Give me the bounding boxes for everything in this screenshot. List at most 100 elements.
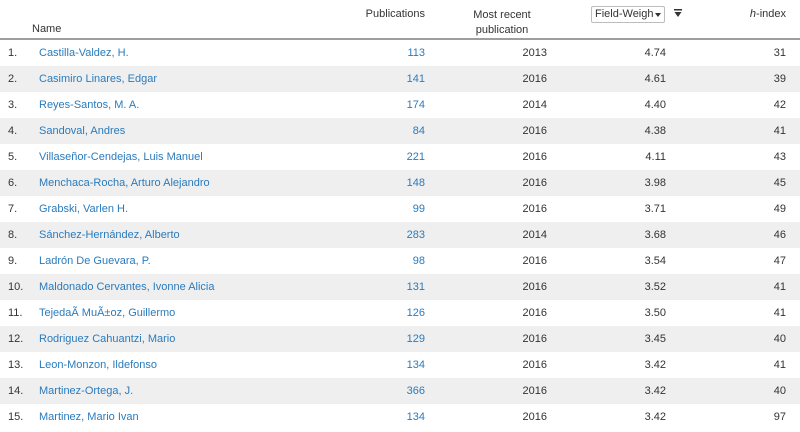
fwci-value: 3.50 bbox=[644, 307, 666, 319]
row-index: 5. bbox=[8, 151, 18, 163]
author-name-link[interactable]: Leon-Monzon, Ildefonso bbox=[39, 352, 157, 378]
author-name-link[interactable]: Casimiro Linares, Edgar bbox=[39, 66, 157, 92]
row-index: 3. bbox=[8, 99, 18, 111]
row-index: 10. bbox=[8, 281, 24, 293]
column-header-name[interactable]: Name bbox=[32, 23, 61, 35]
h-index-suffix: -index bbox=[756, 8, 786, 20]
most-recent-year: 2014 bbox=[522, 99, 547, 111]
publications-count-link[interactable]: 126 bbox=[407, 300, 425, 326]
row-index: 15. bbox=[8, 411, 24, 423]
author-name-link[interactable]: Reyes-Santos, M. A. bbox=[39, 92, 139, 118]
publications-count-link[interactable]: 174 bbox=[407, 92, 425, 118]
h-index-value: 42 bbox=[773, 99, 786, 111]
table-row: 11. TejedaÃ MuÃ±oz, Guillermo 126 2016 3.50 4… bbox=[0, 300, 800, 326]
author-name-link[interactable]: Grabski, Varlen H. bbox=[39, 196, 128, 222]
h-index-value: 47 bbox=[773, 255, 786, 267]
table-row: 7. Grabski, Varlen H. 99 2016 3.71 49 bbox=[0, 196, 800, 222]
most-recent-year: 2016 bbox=[522, 333, 547, 345]
row-index: 14. bbox=[8, 385, 24, 397]
column-header-most-recent[interactable]: Most recent publication bbox=[457, 8, 547, 38]
author-name-link[interactable]: Ladrón De Guevara, P. bbox=[39, 248, 151, 274]
row-index: 4. bbox=[8, 125, 18, 137]
sort-descending-icon[interactable] bbox=[674, 9, 682, 19]
most-recent-year: 2016 bbox=[522, 307, 547, 319]
metric-select-value: Field-Weighted Citation Impact bbox=[595, 8, 653, 20]
row-index: 7. bbox=[8, 203, 18, 215]
most-recent-year: 2016 bbox=[522, 73, 547, 85]
publications-count-link[interactable]: 283 bbox=[407, 222, 425, 248]
column-header-publications[interactable]: Publications bbox=[366, 8, 425, 20]
publications-count-link[interactable]: 113 bbox=[407, 40, 425, 66]
fwci-value: 3.42 bbox=[644, 359, 666, 371]
publications-count-link[interactable]: 366 bbox=[407, 378, 425, 404]
most-recent-year: 2016 bbox=[522, 411, 547, 423]
most-recent-year: 2013 bbox=[522, 47, 547, 59]
table-row: 3. Reyes-Santos, M. A. 174 2014 4.40 42 bbox=[0, 92, 800, 118]
table-header: Name Publications Most recent publicatio… bbox=[0, 0, 800, 40]
publications-count-link[interactable]: 84 bbox=[413, 118, 425, 144]
row-index: 13. bbox=[8, 359, 24, 371]
most-recent-line2: publication bbox=[475, 24, 529, 36]
most-recent-year: 2014 bbox=[522, 229, 547, 241]
row-index: 11. bbox=[8, 307, 23, 319]
publications-count-link[interactable]: 134 bbox=[407, 404, 425, 430]
row-index: 8. bbox=[8, 229, 18, 241]
fwci-value: 3.45 bbox=[644, 333, 666, 345]
fwci-value: 3.68 bbox=[644, 229, 666, 241]
publications-count-link[interactable]: 134 bbox=[407, 352, 425, 378]
most-recent-year: 2016 bbox=[522, 203, 547, 215]
most-recent-year: 2016 bbox=[522, 281, 547, 293]
row-index: 2. bbox=[8, 73, 18, 85]
table-row: 15. Martinez, Mario Ivan 134 2016 3.42 97 bbox=[0, 404, 800, 430]
table-row: 10. Maldonado Cervantes, Ivonne Alicia 131… bbox=[0, 274, 800, 300]
h-index-value: 45 bbox=[773, 177, 786, 189]
most-recent-year: 2016 bbox=[522, 151, 547, 163]
fwci-value: 4.11 bbox=[645, 151, 666, 163]
table-row: 1. Castilla-Valdez, H. 113 2013 4.74 31 bbox=[0, 40, 800, 66]
h-index-value: 41 bbox=[773, 307, 786, 319]
fwci-value: 3.71 bbox=[644, 203, 666, 215]
author-name-link[interactable]: Villaseñor-Cendejas, Luis Manuel bbox=[39, 144, 203, 170]
publications-count-link[interactable]: 98 bbox=[413, 248, 425, 274]
table-row: 13. Leon-Monzon, Ildefonso 134 2016 3.42 41 bbox=[0, 352, 800, 378]
row-index: 1. bbox=[8, 47, 18, 59]
h-index-value: 97 bbox=[773, 411, 786, 423]
most-recent-year: 2016 bbox=[522, 125, 547, 137]
author-name-link[interactable]: Maldonado Cervantes, Ivonne Alicia bbox=[39, 274, 215, 300]
h-index-value: 39 bbox=[773, 73, 786, 85]
publications-count-link[interactable]: 99 bbox=[413, 196, 425, 222]
h-index-value: 49 bbox=[773, 203, 786, 215]
table-row: 8. Sánchez-Hernández, Alberto 283 2014 3.68 4… bbox=[0, 222, 800, 248]
fwci-value: 3.42 bbox=[644, 411, 666, 423]
metric-select[interactable]: Field-Weighted Citation Impact bbox=[591, 6, 665, 23]
author-name-link[interactable]: Sandoval, Andres bbox=[39, 118, 125, 144]
author-name-link[interactable]: Sánchez-Hernández, Alberto bbox=[39, 222, 180, 248]
column-header-h-index[interactable]: h-index bbox=[750, 8, 786, 20]
most-recent-year: 2016 bbox=[522, 177, 547, 189]
h-index-value: 40 bbox=[773, 333, 786, 345]
author-name-link[interactable]: TejedaÃ MuÃ±oz, Guillermo bbox=[39, 300, 175, 326]
fwci-value: 3.54 bbox=[644, 255, 666, 267]
publications-count-link[interactable]: 221 bbox=[407, 144, 425, 170]
h-index-value: 31 bbox=[773, 47, 786, 59]
table-row: 5. Villaseñor-Cendejas, Luis Manuel 221 201… bbox=[0, 144, 800, 170]
publications-count-link[interactable]: 141 bbox=[407, 66, 425, 92]
table-row: 6. Menchaca-Rocha, Arturo Alejandro 148 201… bbox=[0, 170, 800, 196]
author-name-link[interactable]: Rodriguez Cahuantzi, Mario bbox=[39, 326, 175, 352]
author-name-link[interactable]: Castilla-Valdez, H. bbox=[39, 40, 129, 66]
h-index-value: 41 bbox=[773, 359, 786, 371]
author-name-link[interactable]: Martinez-Ortega, J. bbox=[39, 378, 133, 404]
chevron-down-icon bbox=[655, 13, 661, 17]
publications-count-link[interactable]: 131 bbox=[407, 274, 425, 300]
most-recent-year: 2016 bbox=[522, 359, 547, 371]
h-index-value: 41 bbox=[773, 125, 786, 137]
publications-count-link[interactable]: 129 bbox=[407, 326, 425, 352]
publications-count-link[interactable]: 148 bbox=[407, 170, 425, 196]
author-table: 1. Castilla-Valdez, H. 113 2013 4.74 31 2. Casi… bbox=[0, 40, 800, 430]
author-name-link[interactable]: Martinez, Mario Ivan bbox=[39, 404, 139, 430]
h-index-value: 40 bbox=[773, 385, 786, 397]
author-name-link[interactable]: Menchaca-Rocha, Arturo Alejandro bbox=[39, 170, 210, 196]
table-row: 4. Sandoval, Andres 84 2016 4.38 41 bbox=[0, 118, 800, 144]
row-index: 9. bbox=[8, 255, 18, 267]
h-index-value: 43 bbox=[773, 151, 786, 163]
